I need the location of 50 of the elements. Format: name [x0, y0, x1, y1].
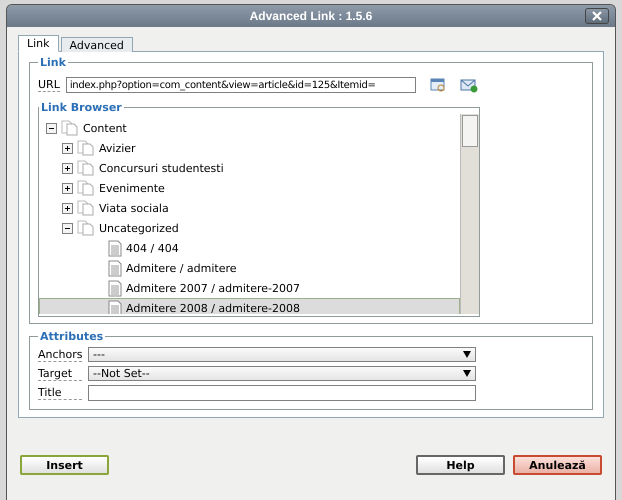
- tree-item[interactable]: 404 / 404: [39, 238, 460, 258]
- expand-icon[interactable]: [62, 162, 73, 174]
- collapse-icon[interactable]: [46, 122, 57, 134]
- collapse-icon[interactable]: [62, 222, 73, 234]
- email-icon[interactable]: [460, 77, 478, 93]
- dropdown-arrow-icon: [463, 370, 471, 377]
- pages-icon: [77, 200, 95, 216]
- help-button[interactable]: Help: [416, 455, 505, 475]
- document-icon: [108, 260, 122, 276]
- pages-icon: [77, 160, 95, 176]
- tree-item[interactable]: Admitere / admitere: [39, 258, 460, 278]
- tree-item[interactable]: Admitere 2008 / admitere-2008: [39, 298, 460, 314]
- insert-button[interactable]: Insert: [20, 455, 109, 475]
- document-icon: [108, 240, 122, 256]
- tab[interactable]: Link: [18, 35, 59, 52]
- expand-icon[interactable]: [62, 142, 73, 154]
- anchors-dropdown[interactable]: ---: [88, 347, 476, 362]
- url-field[interactable]: index.php?option=com_content&view=article&id=125&Itemid=: [66, 77, 416, 93]
- group-legend: Link: [38, 56, 68, 69]
- tree-item[interactable]: Avizier: [39, 138, 460, 158]
- dropdown-arrow-icon: [463, 351, 471, 358]
- tree-item[interactable]: Evenimente: [39, 178, 460, 198]
- document-icon: [108, 280, 122, 296]
- tree-item[interactable]: Admitere 2007 / admitere-2007: [39, 278, 460, 298]
- field-label: URL: [38, 78, 60, 92]
- field-label: Title: [38, 386, 82, 400]
- field-label: Anchors: [38, 348, 82, 362]
- tree-item[interactable]: Content: [39, 118, 460, 138]
- document-icon: [108, 300, 122, 314]
- tree-item[interactable]: Viata sociala: [39, 198, 460, 218]
- tree-item[interactable]: Concursuri studentesti: [39, 158, 460, 178]
- group-legend: Attributes: [38, 330, 106, 343]
- window-title: Advanced Link : 1.5.6: [250, 9, 372, 23]
- target-dropdown[interactable]: --Not Set--: [88, 366, 476, 381]
- close-button[interactable]: [585, 8, 609, 24]
- pages-icon: [61, 120, 79, 136]
- browse-icon[interactable]: [430, 77, 446, 93]
- tree-item[interactable]: Uncategorized: [39, 218, 460, 238]
- group-legend: Link Browser: [39, 101, 124, 114]
- tab[interactable]: Advanced: [60, 37, 133, 52]
- pages-icon: [77, 220, 95, 236]
- title-field[interactable]: [88, 385, 476, 401]
- pages-icon: [77, 180, 95, 196]
- expand-icon[interactable]: [62, 202, 73, 214]
- expand-icon[interactable]: [62, 182, 73, 194]
- pages-icon: [77, 140, 95, 156]
- cancel-button[interactable]: Anulează: [513, 455, 602, 475]
- field-label: Target: [38, 366, 82, 380]
- close-icon: [592, 11, 602, 21]
- scrollbar[interactable]: [460, 114, 479, 314]
